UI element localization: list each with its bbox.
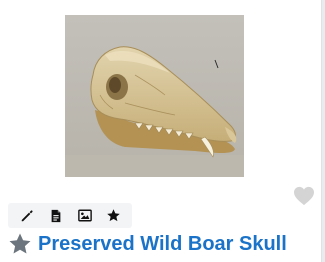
skull-image [65,15,244,177]
document-icon [51,209,60,222]
item-toolbar [8,203,132,228]
item-photo[interactable] [65,15,244,177]
image-icon [77,209,92,222]
star-button[interactable] [103,205,125,227]
star-icon [107,209,120,222]
item-title-link[interactable]: Preserved Wild Boar Skull [38,233,287,256]
favorite-heart-icon[interactable] [293,186,315,206]
pencil-icon [21,209,33,221]
item-card: Preserved Wild Boar Skull [0,0,322,262]
star-icon[interactable] [8,232,32,256]
image-button[interactable] [74,205,96,227]
item-title-row: Preserved Wild Boar Skull [8,230,287,258]
edit-button[interactable] [16,205,38,227]
document-button[interactable] [45,205,67,227]
